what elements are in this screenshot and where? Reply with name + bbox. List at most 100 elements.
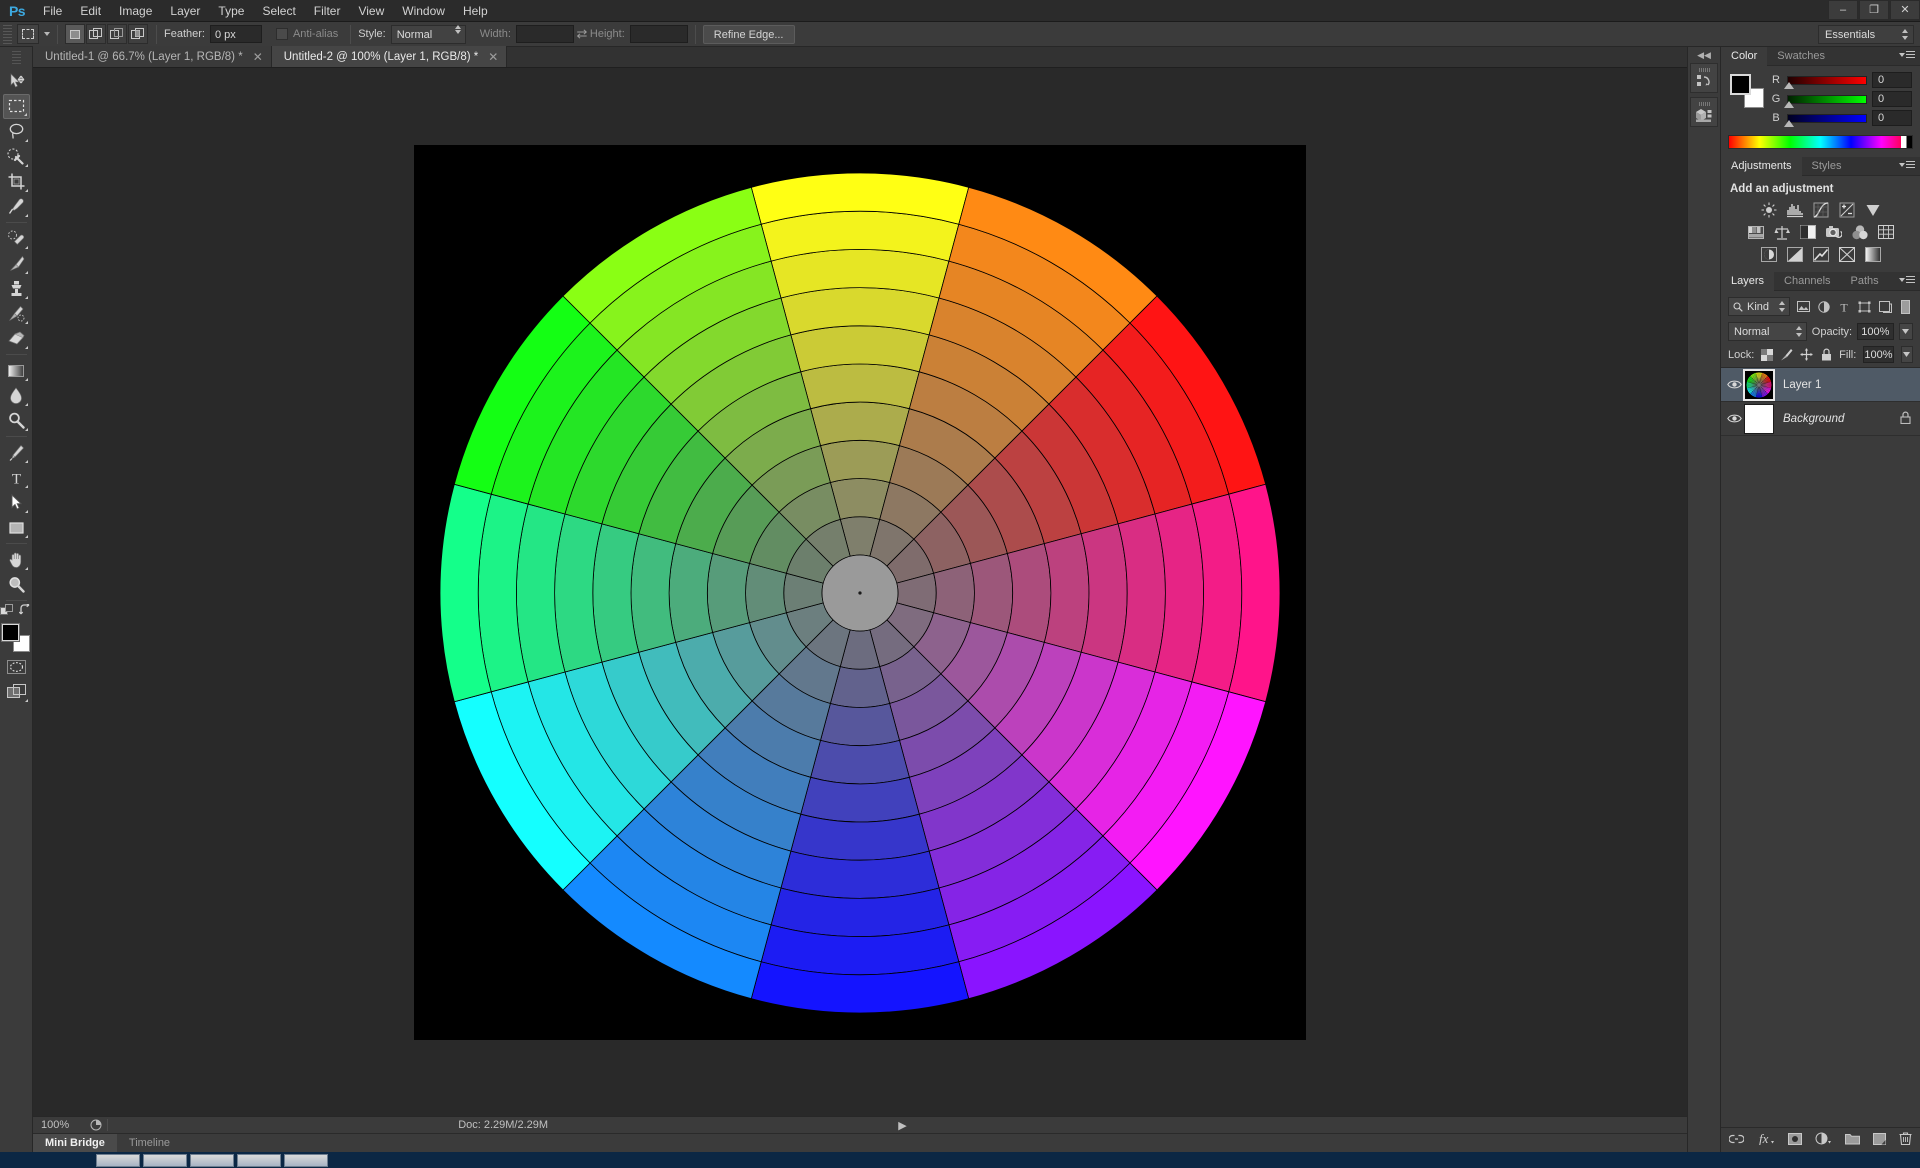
- tab-adjustments[interactable]: Adjustments: [1721, 156, 1802, 176]
- type-tool[interactable]: T: [3, 465, 30, 490]
- layers-panel-menu-icon[interactable]: [1899, 276, 1915, 284]
- levels-icon[interactable]: [1786, 202, 1803, 218]
- opacity-dropdown-icon[interactable]: [1898, 323, 1913, 340]
- exposure-icon[interactable]: [1838, 202, 1855, 218]
- tab-mini-bridge[interactable]: Mini Bridge: [33, 1133, 117, 1153]
- brightness-contrast-icon[interactable]: [1760, 202, 1777, 218]
- close-icon[interactable]: ✕: [253, 50, 263, 64]
- gradient-tool[interactable]: [3, 358, 30, 383]
- new-adjustment-layer-icon[interactable]: [1815, 1132, 1832, 1148]
- tool-preset-chevron-icon[interactable]: [44, 32, 50, 36]
- hue-saturation-icon[interactable]: [1747, 224, 1764, 240]
- history-brush-tool[interactable]: [3, 301, 30, 326]
- move-tool[interactable]: [3, 69, 30, 94]
- spot-healing-brush-tool[interactable]: [3, 226, 30, 251]
- filter-toggle-switch[interactable]: [1899, 299, 1913, 315]
- style-select[interactable]: Normal: [390, 24, 466, 44]
- filter-smart-object-icon[interactable]: [1878, 299, 1892, 315]
- opacity-value[interactable]: 100%: [1857, 323, 1894, 340]
- crop-tool[interactable]: [3, 169, 30, 194]
- rectangular-marquee-tool[interactable]: [2, 94, 30, 119]
- minimize-button[interactable]: –: [1828, 0, 1858, 20]
- adjustments-panel-menu-icon[interactable]: [1899, 161, 1915, 169]
- add-to-selection-button[interactable]: [86, 24, 106, 44]
- tab-styles[interactable]: Styles: [1802, 157, 1852, 176]
- document-tab-untitled-1[interactable]: Untitled-1 @ 66.7% (Layer 1, RGB/8) * ✕: [33, 46, 272, 67]
- menu-help[interactable]: Help: [454, 0, 497, 22]
- color-panel-menu-icon[interactable]: [1899, 51, 1915, 59]
- color-balance-icon[interactable]: [1773, 224, 1790, 240]
- taskbar-item[interactable]: [284, 1153, 328, 1167]
- gradient-map-icon[interactable]: [1864, 246, 1881, 262]
- fill-value[interactable]: 100%: [1863, 346, 1894, 363]
- menu-select[interactable]: Select: [253, 0, 304, 22]
- channel-mixer-icon[interactable]: [1851, 224, 1868, 240]
- menu-file[interactable]: File: [34, 0, 71, 22]
- filter-type-icon[interactable]: T: [1837, 299, 1851, 315]
- menu-type[interactable]: Type: [209, 0, 253, 22]
- subtract-from-selection-button[interactable]: [107, 24, 127, 44]
- blend-mode-select[interactable]: Normal: [1728, 322, 1807, 341]
- eyedropper-tool[interactable]: [3, 194, 30, 219]
- color-lookup-icon[interactable]: [1877, 224, 1894, 240]
- tab-channels[interactable]: Channels: [1774, 272, 1840, 291]
- new-selection-button[interactable]: [65, 24, 85, 44]
- layer-style-fx-icon[interactable]: fx: [1757, 1131, 1775, 1148]
- brush-tool[interactable]: [3, 251, 30, 276]
- options-bar-grip[interactable]: [3, 24, 12, 44]
- layer-filter-kind-select[interactable]: Kind: [1728, 297, 1791, 316]
- blur-tool[interactable]: [3, 383, 30, 408]
- swap-width-height-icon[interactable]: ⇄: [574, 26, 590, 41]
- document-tab-untitled-2[interactable]: Untitled-2 @ 100% (Layer 1, RGB/8) * ✕: [271, 46, 508, 67]
- taskbar-item[interactable]: [190, 1153, 234, 1167]
- dodge-tool[interactable]: [3, 408, 30, 433]
- current-tool-icon[interactable]: [17, 24, 39, 44]
- height-input[interactable]: [629, 25, 688, 43]
- canvas-viewport[interactable]: [33, 68, 1687, 1116]
- eraser-tool[interactable]: [3, 326, 30, 351]
- lock-all-icon[interactable]: [1820, 347, 1832, 363]
- layer-thumbnail[interactable]: [1744, 403, 1774, 434]
- document-canvas[interactable]: [414, 144, 1306, 1040]
- anti-alias-checkbox[interactable]: [275, 28, 288, 40]
- clone-stamp-tool[interactable]: [3, 276, 30, 301]
- layer-row-layer-1[interactable]: Layer 1: [1721, 368, 1920, 402]
- tools-panel-grip[interactable]: [11, 51, 21, 65]
- default-colors-icon[interactable]: [0, 604, 15, 617]
- filter-shape-icon[interactable]: [1858, 299, 1872, 315]
- history-panel-icon[interactable]: [1690, 63, 1718, 93]
- photo-filter-icon[interactable]: [1825, 224, 1842, 240]
- fill-dropdown-icon[interactable]: [1900, 346, 1913, 363]
- link-layers-icon[interactable]: [1728, 1133, 1745, 1147]
- new-layer-icon[interactable]: [1873, 1132, 1886, 1148]
- add-layer-mask-icon[interactable]: [1788, 1132, 1802, 1148]
- new-group-icon[interactable]: [1845, 1133, 1860, 1148]
- quick-selection-tool[interactable]: [3, 144, 30, 169]
- blue-slider[interactable]: [1784, 113, 1867, 127]
- tab-color[interactable]: Color: [1721, 46, 1768, 66]
- screen-mode-button[interactable]: [3, 679, 30, 704]
- path-selection-tool[interactable]: [3, 490, 30, 515]
- filter-adjustment-icon[interactable]: [1817, 299, 1831, 315]
- layer-name[interactable]: Background: [1783, 413, 1900, 425]
- swap-colors-icon[interactable]: [18, 604, 33, 617]
- tab-timeline[interactable]: Timeline: [117, 1134, 182, 1153]
- invert-icon[interactable]: [1760, 246, 1777, 262]
- tab-layers[interactable]: Layers: [1721, 271, 1775, 291]
- collapse-panels-icon[interactable]: ◀◀: [1688, 47, 1721, 63]
- color-spectrum-ramp[interactable]: [1728, 135, 1913, 149]
- lock-image-icon[interactable]: [1780, 347, 1793, 363]
- green-slider[interactable]: [1784, 94, 1867, 108]
- black-white-icon[interactable]: [1799, 224, 1816, 240]
- quick-mask-button[interactable]: [3, 654, 30, 679]
- intersect-selection-button[interactable]: [128, 24, 148, 44]
- red-slider[interactable]: [1784, 75, 1867, 89]
- threshold-icon[interactable]: [1812, 246, 1829, 262]
- selective-color-icon[interactable]: [1838, 246, 1855, 262]
- rectangle-shape-tool[interactable]: [3, 515, 30, 540]
- layer-row-background[interactable]: Background: [1721, 402, 1920, 436]
- layer-visibility-icon[interactable]: [1724, 413, 1744, 424]
- tab-swatches[interactable]: Swatches: [1767, 47, 1835, 66]
- menu-view[interactable]: View: [349, 0, 393, 22]
- document-thumbnail-icon[interactable]: [85, 1119, 107, 1131]
